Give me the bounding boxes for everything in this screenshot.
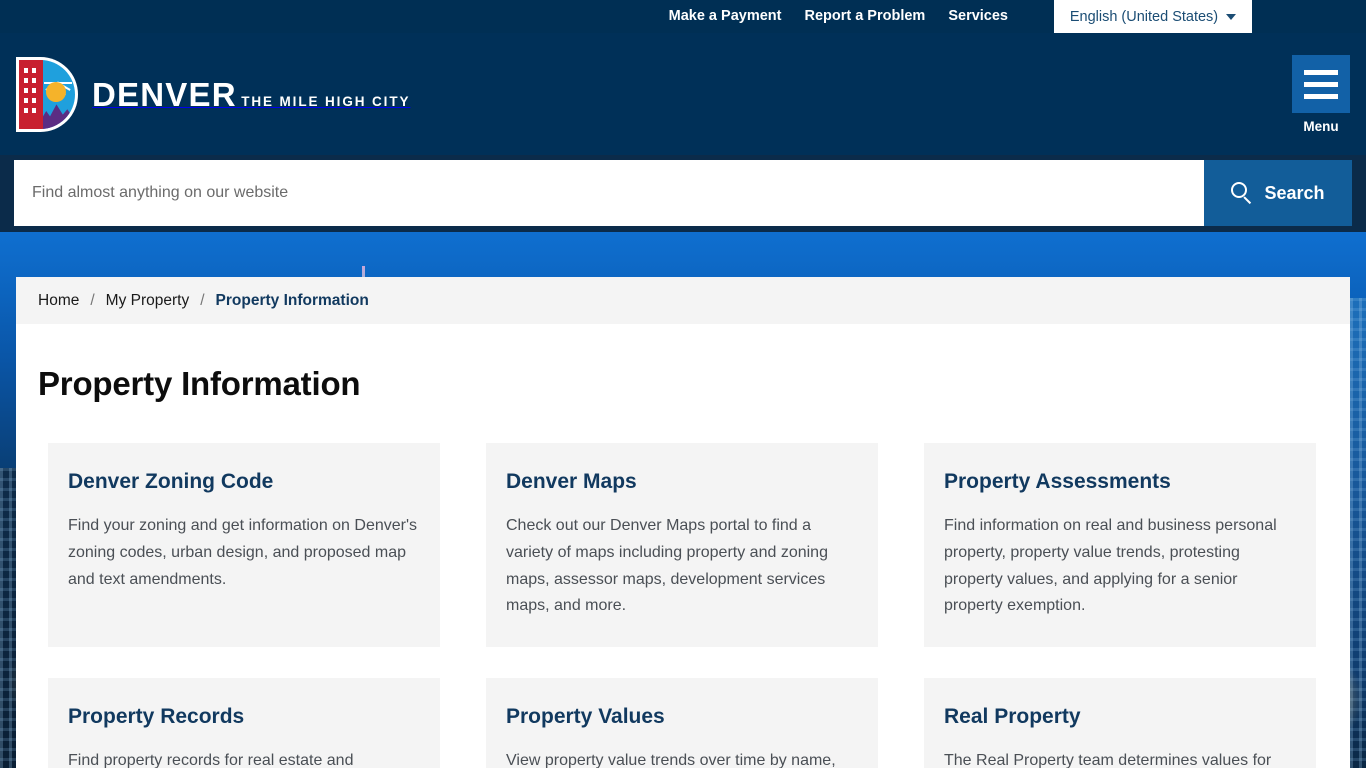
menu-button-label: Menu — [1303, 119, 1339, 134]
card-title: Real Property — [944, 705, 1081, 728]
card-denver-maps[interactable]: Denver Maps Check out our Denver Maps po… — [486, 443, 878, 647]
top-link-services[interactable]: Services — [948, 9, 1008, 24]
top-link-make-a-payment[interactable]: Make a Payment — [669, 9, 782, 24]
site-masthead: DENVER THE MILE HIGH CITY Menu — [0, 33, 1366, 155]
card-property-records[interactable]: Property Records Find property records f… — [48, 678, 440, 768]
top-utility-links: Make a Payment Report a Problem Services… — [669, 0, 1252, 33]
card-title: Property Records — [68, 705, 245, 728]
site-logo-link[interactable]: DENVER THE MILE HIGH CITY — [16, 57, 410, 132]
breadcrumb-item-my-property[interactable]: My Property — [106, 292, 190, 310]
card-description: Check out our Denver Maps portal to find… — [506, 517, 828, 615]
card-title: Property Assessments — [944, 470, 1171, 493]
language-selector-label: English (United States) — [1069, 8, 1219, 25]
breadcrumb-separator: / — [90, 291, 95, 309]
menu-button[interactable]: Menu — [1292, 55, 1350, 134]
content-panel: Home / My Property / Property Informatio… — [16, 277, 1350, 768]
search-button-label: Search — [1264, 182, 1325, 203]
breadcrumb-item-current: Property Information — [215, 291, 369, 309]
breadcrumb-item-home[interactable]: Home — [38, 292, 79, 310]
card-description: Find your zoning and get information on … — [68, 517, 418, 588]
language-selector[interactable]: English (United States) — [1054, 0, 1252, 33]
card-property-assessments[interactable]: Property Assessments Find information on… — [924, 443, 1316, 647]
card-description: Find property records for real estate an… — [68, 752, 354, 768]
logo-wordmark: DENVER — [92, 76, 237, 113]
card-title: Denver Maps — [506, 470, 637, 493]
top-utility-bar: Make a Payment Report a Problem Services… — [0, 0, 1366, 33]
card-title: Denver Zoning Code — [68, 470, 274, 493]
chevron-down-icon — [1226, 13, 1237, 20]
breadcrumb-separator: / — [200, 291, 205, 309]
card-title: Property Values — [506, 705, 665, 728]
denver-d-logo-icon — [16, 57, 78, 132]
search-icon — [1231, 182, 1253, 205]
card-denver-zoning-code[interactable]: Denver Zoning Code Find your zoning and … — [48, 443, 440, 647]
logo-tagline: THE MILE HIGH CITY — [241, 94, 411, 109]
breadcrumb: Home / My Property / Property Informatio… — [16, 277, 1350, 324]
search-input[interactable] — [14, 160, 1204, 226]
card-real-property[interactable]: Real Property The Real Property team det… — [924, 678, 1316, 768]
page-title: Property Information — [38, 365, 361, 402]
property-card-grid: Denver Zoning Code Find your zoning and … — [48, 443, 1318, 768]
card-description: Find information on real and business pe… — [944, 517, 1277, 615]
card-description: View property value trends over time by … — [506, 752, 836, 768]
site-search-bar: Search — [14, 160, 1352, 226]
search-button[interactable]: Search — [1204, 160, 1352, 226]
top-link-report-a-problem[interactable]: Report a Problem — [804, 9, 925, 24]
site-logo-text: DENVER THE MILE HIGH CITY — [92, 78, 410, 111]
hamburger-icon[interactable] — [1292, 55, 1350, 113]
card-description: The Real Property team determines values… — [944, 752, 1272, 768]
card-property-values[interactable]: Property Values View property value tren… — [486, 678, 878, 768]
